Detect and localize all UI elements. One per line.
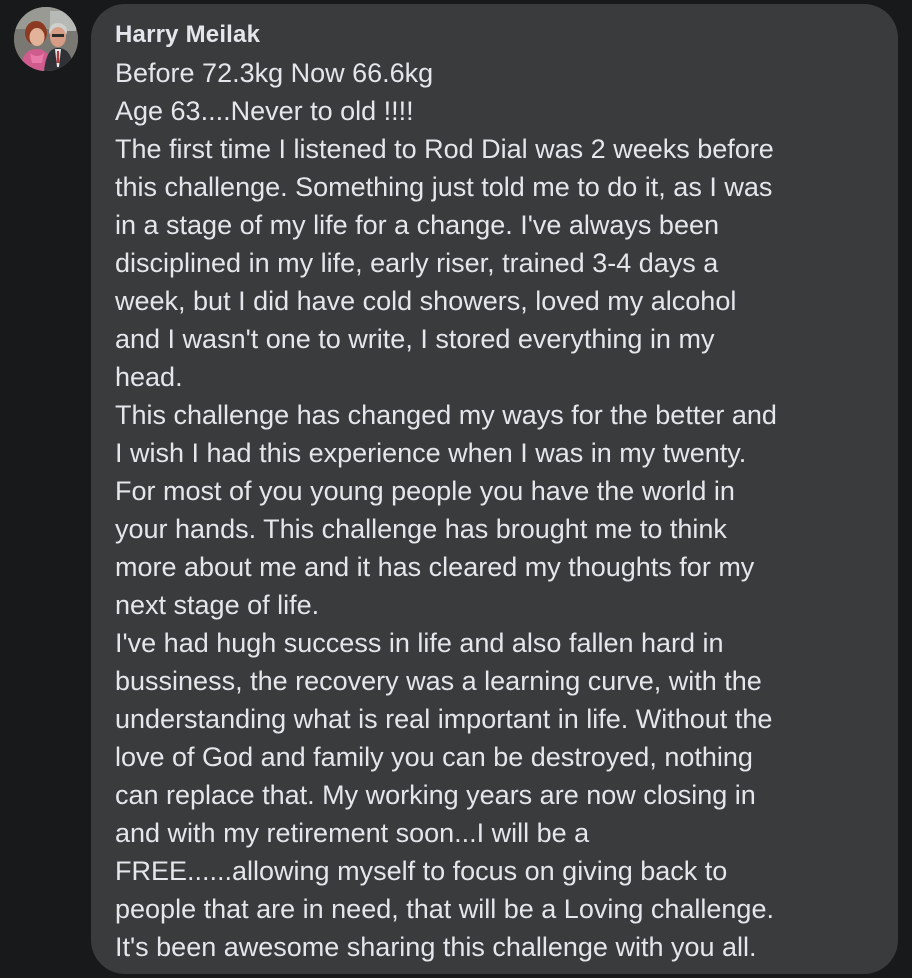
comment-line: and with my retirement soon...I will be … (115, 818, 590, 848)
comment-line: This challenge has changed my ways for t… (115, 400, 777, 430)
comment-line: this challenge. Something just told me t… (115, 172, 773, 202)
comment-line: can replace that. My working years are n… (115, 780, 756, 810)
comment-line: in a stage of my life for a change. I've… (115, 210, 719, 240)
comment-body: Before 72.3kg Now 66.6kg Age 63....Never… (115, 54, 878, 966)
comment-line: The first time I listened to Rod Dial wa… (115, 134, 774, 164)
comment-line: bussiness, the recovery was a learning c… (115, 666, 762, 696)
comment-line: I wish I had this experience when I was … (115, 438, 747, 468)
comment-line: Before 72.3kg Now 66.6kg (115, 58, 434, 88)
comment-line: understanding what is real important in … (115, 704, 773, 734)
avatar[interactable] (14, 7, 78, 71)
comment-line: For most of you young people you have th… (115, 476, 735, 506)
comment-line: head. (115, 362, 183, 392)
profile-photo (14, 7, 78, 71)
comment-author[interactable]: Harry Meilak (115, 20, 878, 50)
comment-line: more about me and it has cleared my thou… (115, 552, 755, 582)
comment-line: FREE......allowing myself to focus on gi… (115, 856, 728, 886)
comment-line: and I wasn't one to write, I stored ever… (115, 324, 715, 354)
comment-line: It's been awesome sharing this challenge… (115, 932, 757, 962)
comment-line: love of God and family you can be destro… (115, 742, 753, 772)
comment-bubble: Harry Meilak Before 72.3kg Now 66.6kg Ag… (91, 4, 898, 974)
comment-line: Age 63....Never to old !!!! (115, 96, 414, 126)
comment-line: people that are in need, that will be a … (115, 894, 774, 924)
comment-line: next stage of life. (115, 590, 320, 620)
comment-thread: Harry Meilak Before 72.3kg Now 66.6kg Ag… (0, 0, 912, 978)
comment-line: your hands. This challenge has brought m… (115, 514, 727, 544)
comment-line: week, but I did have cold showers, loved… (115, 286, 737, 316)
comment-line: I've had hugh success in life and also f… (115, 628, 724, 658)
comment-line: disciplined in my life, early riser, tra… (115, 248, 719, 278)
